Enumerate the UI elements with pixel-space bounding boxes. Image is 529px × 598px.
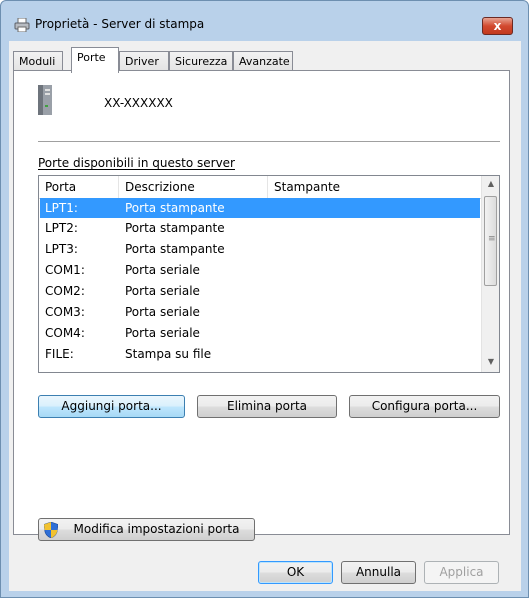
ports-list[interactable]: Porta Descrizione Stampante LPT1: Porta … [38,175,500,373]
add-port-button[interactable]: Aggiungi porta... [38,395,185,418]
description-cell: Porta stampante [125,221,225,235]
tab-panel-porte: XX-XXXXXX Porte disponibili in questo se… [13,70,510,541]
table-row[interactable]: COM2: Porta seriale [40,281,480,301]
description-cell: Porta seriale [125,305,200,319]
close-button[interactable]: x [482,17,513,35]
printer-icon [14,18,30,32]
server-icon [38,85,52,115]
port-cell: COM4: [45,326,85,340]
separator [38,141,500,142]
tab-moduli[interactable]: Moduli [13,51,63,71]
table-row[interactable]: COM1: Porta seriale [40,260,480,280]
ok-button[interactable]: OK [258,561,333,584]
dialog-client: Moduli Porte Driver Sicurezza Avanzate X… [9,41,521,591]
description-cell: Porta stampante [125,242,225,256]
close-icon: x [493,19,502,33]
table-row[interactable]: FILE: Stampa su file [40,344,480,364]
tab-driver[interactable]: Driver [119,51,169,71]
description-cell: Stampa su file [125,347,212,361]
ports-list-header: Porta Descrizione Stampante [39,176,481,199]
description-cell: Porta seriale [125,326,200,340]
apply-button[interactable]: Applica [424,561,499,584]
scrollbar-thumb[interactable]: ≡ [484,196,497,286]
table-row[interactable]: LPT3: Porta stampante [40,239,480,259]
description-cell: Porta seriale [125,284,200,298]
port-cell: COM3: [45,305,85,319]
port-cell: FILE: [45,347,74,361]
uac-shield-icon [44,522,58,538]
table-row[interactable]: LPT1: Porta stampante [40,198,480,218]
scroll-down-icon[interactable]: ▼ [483,354,499,370]
delete-port-button[interactable]: Elimina porta [197,395,337,418]
description-cell: Porta stampante [125,201,225,215]
column-header-stampante[interactable]: Stampante [268,176,481,198]
tab-porte[interactable]: Porte [71,47,119,73]
server-name: XX-XXXXXX [104,96,173,110]
scroll-up-icon[interactable]: ▲ [483,176,499,192]
cancel-button[interactable]: Annulla [341,561,416,584]
port-cell: LPT3: [45,242,78,256]
change-port-settings-button[interactable]: Modifica impostazioni porta [38,518,255,541]
port-cell: COM2: [45,284,85,298]
window-title: Proprietà - Server di stampa [35,17,205,31]
vertical-scrollbar[interactable]: ▲ ≡ ▼ [481,176,499,372]
configure-port-button[interactable]: Configura porta... [349,395,500,418]
tab-strip: Moduli Porte Driver Sicurezza Avanzate [13,47,513,73]
tab-avanzate[interactable]: Avanzate [233,51,293,71]
port-cell: LPT1: [45,201,78,215]
description-cell: Porta seriale [125,263,200,277]
ports-list-label: Porte disponibili in questo server [38,156,235,170]
tab-sicurezza[interactable]: Sicurezza [169,51,233,71]
table-row[interactable]: LPT2: Porta stampante [40,218,480,238]
table-row[interactable]: COM3: Porta seriale [40,302,480,322]
change-port-settings-label: Modifica impostazioni porta [73,522,240,536]
dialog-window: Proprietà - Server di stampa x Moduli Po… [0,0,529,598]
port-cell: COM1: [45,263,85,277]
table-row[interactable]: COM4: Porta seriale [40,323,480,343]
column-header-porta[interactable]: Porta [39,176,119,198]
grip-icon: ≡ [488,234,496,244]
title-bar[interactable]: Proprietà - Server di stampa x [1,1,528,41]
port-cell: LPT2: [45,221,78,235]
column-header-descrizione[interactable]: Descrizione [119,176,268,198]
